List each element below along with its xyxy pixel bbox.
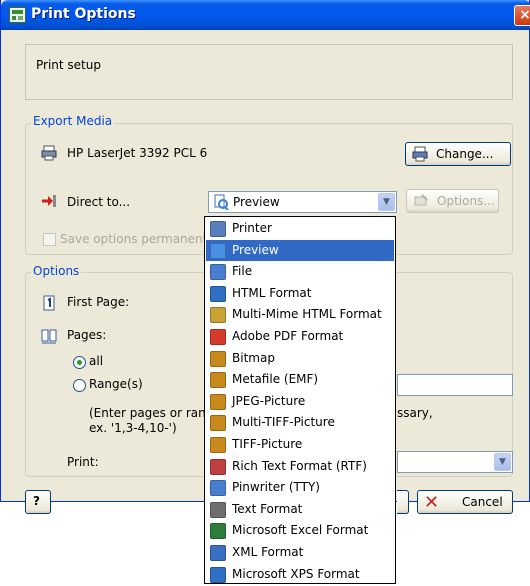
pages-range-label: Range(s) xyxy=(89,377,143,391)
excel-icon xyxy=(210,523,226,540)
direct-to-dropdown-list: Printer Preview File HTML Format Multi-Mime … xyxy=(204,216,396,584)
xml-icon xyxy=(210,544,226,561)
printer-name: HP LaserJet 3392 PCL 6 xyxy=(67,146,208,160)
cancel-button-label: Cancel xyxy=(462,495,503,509)
dropdown-option-label: XML Format xyxy=(232,544,304,559)
pages-range-radio[interactable] xyxy=(73,379,86,392)
dropdown-option[interactable]: Multi-Mime HTML Format xyxy=(206,304,394,326)
dropdown-option-label: Text Format xyxy=(232,501,303,516)
change-button-label: Change... xyxy=(436,147,494,161)
xps-icon xyxy=(210,566,226,583)
print-select[interactable]: ▼ xyxy=(397,451,513,473)
dropdown-option-label: Multi-TIFF-Picture xyxy=(232,415,335,430)
chevron-down-icon[interactable]: ▼ xyxy=(378,193,395,211)
description-box: Print setup xyxy=(25,44,513,100)
close-button[interactable]: × xyxy=(514,5,530,26)
help-icon: ? xyxy=(33,494,40,508)
cancel-button[interactable]: ✕ Cancel xyxy=(417,490,513,514)
dropdown-option[interactable]: Microsoft Excel Format xyxy=(206,520,394,542)
metafile-icon xyxy=(210,372,226,389)
pinwriter-icon xyxy=(210,480,226,497)
help-button[interactable]: ? xyxy=(25,490,51,514)
file-icon xyxy=(210,264,226,281)
dropdown-option[interactable]: Rich Text Format (RTF) xyxy=(206,456,394,478)
text-icon xyxy=(210,501,226,518)
dropdown-option[interactable]: HTML Format xyxy=(206,283,394,305)
direct-to-label: Direct to... xyxy=(67,195,131,209)
dropdown-option[interactable]: Metafile (EMF) xyxy=(206,369,394,391)
mime-icon xyxy=(210,307,226,324)
description-text: Print setup xyxy=(36,58,101,72)
html-icon xyxy=(210,285,226,302)
dropdown-option[interactable]: Preview xyxy=(206,239,394,262)
ok-button-partial[interactable] xyxy=(397,490,409,514)
rtf-icon xyxy=(210,458,226,475)
printer-icon xyxy=(210,221,226,237)
dropdown-option[interactable]: XML Format xyxy=(206,542,394,564)
dropdown-option-label: Microsoft Excel Format xyxy=(232,523,369,538)
range-help-text-right: ssary, xyxy=(397,406,433,420)
first-page-icon xyxy=(41,295,57,311)
direct-to-arrow-icon xyxy=(41,193,57,209)
multi-tiff-icon xyxy=(210,415,226,432)
first-page-label: First Page: xyxy=(67,295,130,309)
bitmap-icon xyxy=(210,350,226,367)
dropdown-option[interactable]: JPEG-Picture xyxy=(206,391,394,413)
dropdown-option-label: Microsoft XPS Format xyxy=(232,566,360,581)
print-options-app-icon xyxy=(9,7,26,23)
range-help-text-line2: ex. '1,3-4,10-') xyxy=(89,421,177,435)
save-options-label: Save options permanently xyxy=(60,232,206,246)
dropdown-option[interactable]: File xyxy=(206,261,394,283)
pdf-icon xyxy=(210,328,226,345)
printer-icon xyxy=(412,146,428,162)
dropdown-option-label: Rich Text Format (RTF) xyxy=(232,458,367,473)
dropdown-option[interactable]: Text Format xyxy=(206,499,394,521)
dropdown-option-label: Printer xyxy=(232,221,272,235)
range-input[interactable] xyxy=(397,374,513,396)
range-help-text-left: (Enter pages or rang xyxy=(89,406,214,420)
pages-all-radio[interactable] xyxy=(73,356,86,369)
preview-icon xyxy=(213,194,229,211)
dropdown-option-label: Bitmap xyxy=(232,350,275,365)
dropdown-option-label: Preview xyxy=(232,242,279,257)
tiff-icon xyxy=(210,436,226,453)
dropdown-option-label: Metafile (EMF) xyxy=(232,372,319,387)
preview-icon xyxy=(210,242,226,259)
dropdown-option[interactable]: Pinwriter (TTY) xyxy=(206,477,394,499)
dropdown-option-label: File xyxy=(232,264,253,279)
pages-all-label: all xyxy=(89,354,104,368)
dropdown-option-label: TIFF-Picture xyxy=(232,436,303,451)
options-legend: Options xyxy=(31,264,82,278)
dropdown-option-label: Pinwriter (TTY) xyxy=(232,480,320,495)
dropdown-option-label: Adobe PDF Format xyxy=(232,328,344,343)
save-options-checkbox[interactable] xyxy=(43,233,56,246)
title-bar[interactable]: Print Options × xyxy=(1,0,530,30)
dropdown-option[interactable]: TIFF-Picture xyxy=(206,434,394,456)
pages-icon xyxy=(41,329,57,345)
printer-icon xyxy=(41,145,57,161)
dropdown-option[interactable]: Bitmap xyxy=(206,348,394,370)
chevron-down-icon[interactable]: ▼ xyxy=(494,453,511,471)
options-button-label: Options... xyxy=(437,194,495,208)
window-title: Print Options xyxy=(31,6,136,22)
direct-to-value: Preview xyxy=(233,195,280,209)
dropdown-option-label: HTML Format xyxy=(232,285,312,300)
export-media-legend: Export Media xyxy=(31,114,115,128)
print-label: Print: xyxy=(67,455,99,469)
direct-to-select[interactable]: Preview ▼ xyxy=(208,191,397,213)
dropdown-option-label: Multi-Mime HTML Format xyxy=(232,307,382,322)
change-printer-button[interactable]: Change... xyxy=(405,142,511,166)
dropdown-option[interactable]: Printer xyxy=(206,218,394,240)
cancel-icon: ✕ xyxy=(424,492,440,513)
options-button[interactable]: Options... xyxy=(406,189,499,213)
dropdown-option[interactable]: Microsoft XPS Format xyxy=(206,564,394,586)
options-icon xyxy=(413,193,429,209)
pages-label: Pages: xyxy=(67,328,107,342)
jpeg-icon xyxy=(210,393,226,410)
dropdown-option[interactable]: Adobe PDF Format xyxy=(206,326,394,348)
dropdown-option[interactable]: Multi-TIFF-Picture xyxy=(206,412,394,434)
dropdown-option-label: JPEG-Picture xyxy=(232,393,306,408)
